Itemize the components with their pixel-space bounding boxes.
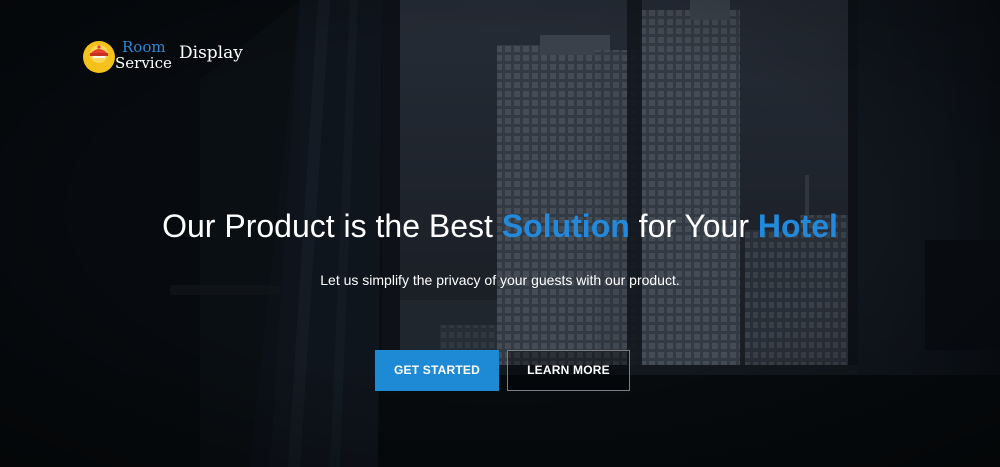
headline-accent-hotel: Hotel: [757, 208, 838, 244]
headline-text-1: Our Product is the Best: [162, 208, 502, 244]
hero-headline: Our Product is the Best Solution for You…: [0, 204, 1000, 248]
hero-subtitle: Let us simplify the privacy of your gues…: [320, 272, 680, 288]
brand-name-display: Display: [179, 43, 243, 63]
headline-accent-solution: Solution: [501, 208, 630, 244]
brand-name-service: Service: [115, 54, 172, 72]
hero-section: Room Service Display Our Product is the …: [0, 0, 1000, 467]
learn-more-button[interactable]: LEARN MORE: [507, 350, 630, 391]
brand-name-room: Room: [122, 38, 166, 56]
get-started-button[interactable]: GET STARTED: [375, 350, 499, 391]
brand-logo[interactable]: Room Service Display: [82, 38, 272, 78]
headline-text-2: for Your: [629, 208, 758, 244]
